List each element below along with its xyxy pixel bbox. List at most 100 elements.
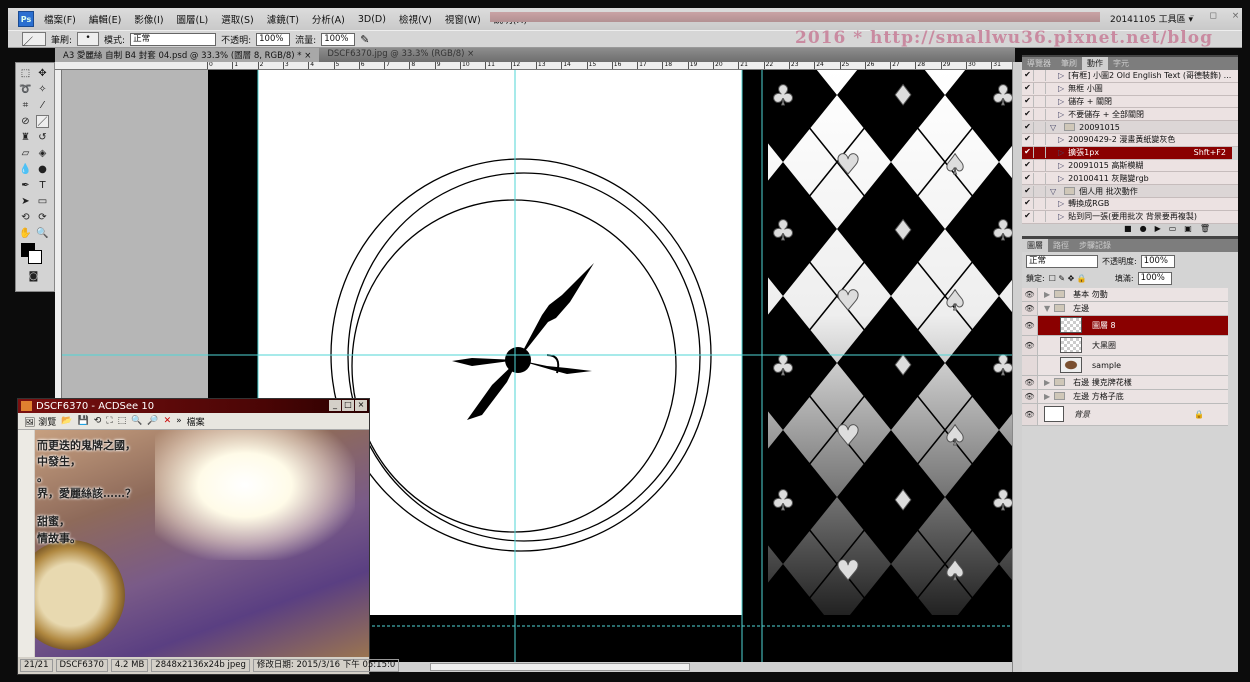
rotate-icon[interactable]: ⟲	[94, 416, 102, 426]
tab-jpg-document[interactable]: DSCF6370.jpg @ 33.3% (RGB/8) ×	[319, 48, 482, 62]
crop-tool-icon[interactable]: ⌗	[19, 99, 32, 112]
toggle-checkbox[interactable]: ✔	[1022, 83, 1034, 95]
dialog-toggle[interactable]	[1034, 198, 1046, 210]
brush-tool-icon[interactable]: ／	[36, 115, 49, 128]
eye-icon[interactable]: 👁	[1022, 301, 1038, 315]
history-brush-icon[interactable]: ↺	[36, 131, 49, 144]
fill-input[interactable]: 100%	[1137, 271, 1172, 285]
toggle-checkbox[interactable]: ✔	[1022, 134, 1034, 146]
collapse-triangle-icon[interactable]: ▼	[1044, 304, 1050, 313]
dialog-toggle[interactable]	[1034, 211, 1046, 223]
eye-icon[interactable]: 👁	[1022, 287, 1038, 301]
delete-icon[interactable]: ✕	[164, 416, 172, 426]
eye-icon[interactable]: 👁	[1022, 403, 1038, 425]
acdsee-side-toolbar[interactable]	[18, 430, 34, 658]
paint-bucket-icon[interactable]: ◈	[36, 147, 49, 160]
brush-tool-preset[interactable]: ／	[22, 32, 46, 48]
browse-button[interactable]: 🖼 瀏覽	[24, 415, 56, 428]
blend-mode-select[interactable]: 正常	[1026, 254, 1098, 268]
path-select-icon[interactable]: ➤	[19, 195, 32, 208]
photoshop-logo[interactable]: Ps	[18, 11, 34, 27]
play-triangle-icon[interactable]: ▷	[1058, 135, 1064, 144]
dialog-toggle[interactable]	[1034, 172, 1046, 184]
healing-brush-icon[interactable]: ⊘	[19, 115, 32, 128]
minimize-button[interactable]: _	[329, 400, 341, 411]
acdsee-title-bar[interactable]: DSCF6370 - ACDSee 10 _ □ ×	[18, 399, 369, 413]
blur-tool-icon[interactable]: 💧	[19, 163, 32, 176]
action-item[interactable]: ✔ ▷ 貼到同一張(要用批次 背景要再複製)	[1022, 210, 1238, 224]
action-item[interactable]: ✔ ▷ 20090429-2 漫畫黃紙變灰色	[1022, 133, 1238, 147]
dialog-toggle[interactable]	[1034, 185, 1046, 197]
expand-triangle-icon[interactable]: ▽	[1050, 123, 1056, 132]
tab-history[interactable]: 步驟記錄	[1074, 239, 1116, 252]
eye-icon[interactable]: 👁	[1022, 375, 1038, 389]
menu-file[interactable]: 檔案(F)	[44, 12, 76, 26]
toggle-checkbox[interactable]: ✔	[1022, 147, 1034, 159]
menu-edit[interactable]: 編輯(E)	[89, 12, 121, 26]
tab-character[interactable]: 字元	[1108, 57, 1134, 70]
mode-select[interactable]: 正常	[130, 32, 217, 46]
type-tool-icon[interactable]: T	[36, 179, 49, 192]
layer-row[interactable]: 👁 大黑圈	[1022, 335, 1228, 356]
toggle-checkbox[interactable]: ✔	[1022, 172, 1034, 184]
eyedropper-icon[interactable]: ⁄	[36, 99, 49, 112]
menu-filter[interactable]: 濾鏡(T)	[267, 12, 299, 26]
lasso-tool-icon[interactable]: ➰	[19, 83, 32, 96]
zoom-in-icon[interactable]: 🔍	[131, 416, 142, 426]
3d-orbit-icon[interactable]: ⟳	[36, 211, 49, 224]
play-triangle-icon[interactable]: ▷	[1058, 84, 1064, 93]
shape-tool-icon[interactable]: ▭	[36, 195, 49, 208]
action-set[interactable]: ✔ ▽ 個人用 批次動作	[1022, 185, 1238, 198]
play-triangle-icon[interactable]: ▷	[1058, 212, 1064, 221]
save-icon[interactable]: 💾	[78, 416, 89, 426]
menu-select[interactable]: 選取(S)	[221, 12, 253, 26]
action-item[interactable]: ✔ ▷ [有框] 小圖2 Old English Text (哥德裝飾) ...	[1022, 70, 1238, 83]
toggle-checkbox[interactable]: ✔	[1022, 121, 1034, 133]
maximize-button[interactable]: □	[342, 400, 354, 411]
toggle-checkbox[interactable]: ✔	[1022, 211, 1034, 223]
action-item[interactable]: ✔ ▷ 不要儲存 + 全部關閉	[1022, 108, 1238, 122]
file-menu[interactable]: 檔案	[187, 415, 205, 428]
action-item[interactable]: ✔ ▷ 擴張1px Shft+F2	[1022, 146, 1232, 160]
layer-row[interactable]: sample	[1022, 355, 1228, 376]
play-triangle-icon[interactable]: ▷	[1058, 71, 1064, 80]
layer-group[interactable]: 👁 ▶ 基本 勿動	[1022, 287, 1228, 302]
open-folder-icon[interactable]: 📂	[61, 416, 72, 426]
fullscreen-icon[interactable]: ⛶	[106, 416, 112, 426]
layer-row[interactable]: 👁 圖層 8	[1022, 315, 1228, 336]
quick-mask-icon[interactable]: ◙	[27, 270, 40, 283]
close-icon[interactable]: ×	[467, 49, 474, 59]
eye-icon[interactable]: 👁	[1022, 335, 1038, 355]
airbrush-icon[interactable]: ✎	[360, 33, 369, 46]
layer-group[interactable]: 👁 ▶ 右邊 撲克牌花樣	[1022, 375, 1228, 390]
play-triangle-icon[interactable]: ▷	[1058, 97, 1064, 106]
eye-icon[interactable]: 👁	[1022, 389, 1038, 403]
menu-3d[interactable]: 3D(D)	[358, 14, 386, 25]
tab-actions[interactable]: 動作	[1082, 57, 1108, 70]
action-item[interactable]: ✔ ▷ 轉換成RGB	[1022, 197, 1238, 211]
action-item[interactable]: ✔ ▷ 無框 小圖	[1022, 82, 1238, 96]
tab-paths[interactable]: 路徑	[1048, 239, 1074, 252]
lock-icons[interactable]: ☐ ✎ ✥ 🔒	[1049, 274, 1087, 283]
more-icon[interactable]: »	[176, 416, 182, 426]
tab-layers[interactable]: 圖層	[1022, 238, 1048, 252]
pen-tool-icon[interactable]: ✒	[19, 179, 32, 192]
menu-layer[interactable]: 圖層(L)	[177, 12, 209, 26]
toggle-checkbox[interactable]: ✔	[1022, 198, 1034, 210]
toggle-checkbox[interactable]: ✔	[1022, 95, 1034, 107]
action-item[interactable]: ✔ ▷ 20100411 灰階變rgb	[1022, 172, 1238, 186]
horizontal-scrollbar[interactable]	[370, 662, 1012, 672]
zoom-tool-icon[interactable]: 🔍	[36, 227, 49, 240]
magic-wand-icon[interactable]: ✧	[36, 83, 49, 96]
toggle-checkbox[interactable]: ✔	[1022, 70, 1034, 82]
expand-triangle-icon[interactable]: ▶	[1044, 290, 1050, 299]
eye-icon[interactable]: 👁	[1022, 315, 1038, 335]
menu-image[interactable]: 影像(I)	[134, 12, 163, 26]
play-triangle-icon[interactable]: ▷	[1058, 199, 1064, 208]
layer-group[interactable]: 👁 ▶ 左邊 方格子底	[1022, 389, 1228, 404]
play-triangle-icon[interactable]: ▷	[1058, 161, 1064, 170]
window-controls[interactable]: – ◻ ×	[1190, 11, 1245, 21]
tab-psd-document[interactable]: A3 愛麗絲 自制 B4 封套 04.psd @ 33.3% (圖層 8, RG…	[55, 48, 320, 62]
background-color-swatch[interactable]	[28, 250, 42, 264]
select-icon[interactable]: ⬚	[118, 416, 127, 426]
